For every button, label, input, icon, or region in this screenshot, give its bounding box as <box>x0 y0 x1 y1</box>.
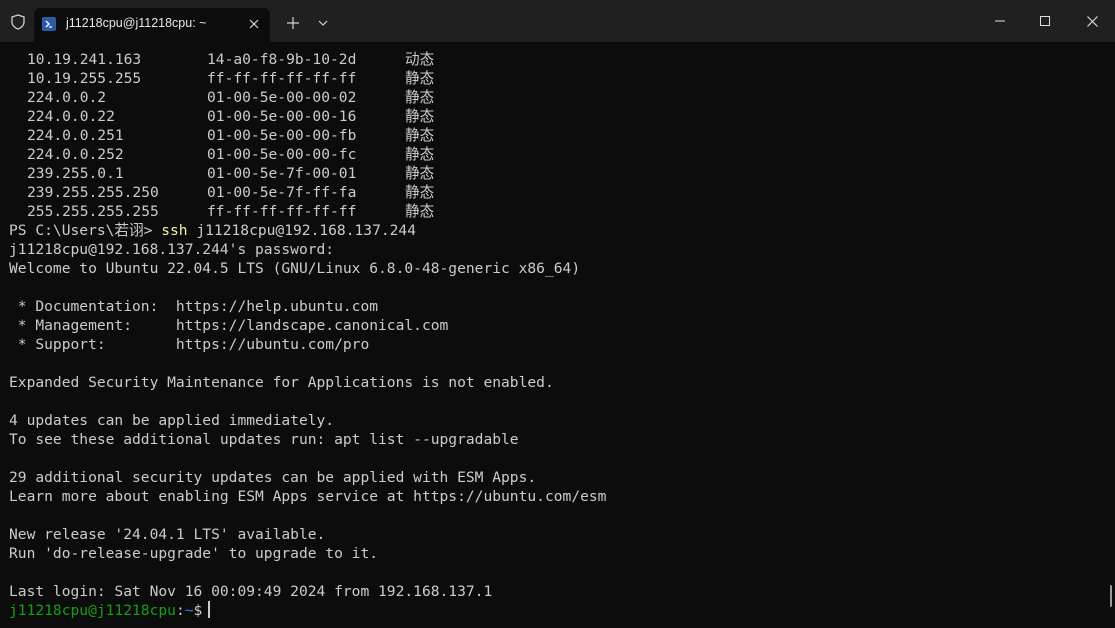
minimize-button[interactable] <box>977 0 1023 42</box>
prompt-symbol: $ <box>193 602 203 619</box>
maximize-button[interactable] <box>1022 0 1068 42</box>
output-line: Run 'do-release-upgrade' to upgrade to i… <box>9 545 379 562</box>
arp-row: 255.255.255.255 ff-ff-ff-ff-ff-ff 静态 <box>27 203 435 220</box>
arp-row: 239.255.255.250 01-00-5e-7f-ff-fa 静态 <box>27 184 435 201</box>
maximize-icon <box>1040 16 1050 26</box>
output-line: New release '24.04.1 LTS' available. <box>9 526 326 543</box>
output-line: Learn more about enabling ESM Apps servi… <box>9 488 607 505</box>
arp-row: 224.0.0.252 01-00-5e-00-00-fc 静态 <box>27 146 435 163</box>
output-line: Welcome to Ubuntu 22.04.5 LTS (GNU/Linux… <box>9 260 581 277</box>
terminal-output[interactable]: 10.19.241.163 14-a0-f8-9b-10-2d 动态 10.19.2… <box>0 42 1115 628</box>
powershell-icon <box>42 17 56 31</box>
arp-row: 224.0.0.2 01-00-5e-00-00-02 静态 <box>27 89 435 106</box>
arp-row: 224.0.0.22 01-00-5e-00-00-16 静态 <box>27 108 435 125</box>
prompt-user-host: j11218cpu@j11218cpu <box>9 602 176 619</box>
ssh-args: j11218cpu@192.168.137.244 <box>187 222 417 239</box>
arp-row: 10.19.255.255 ff-ff-ff-ff-ff-ff 静态 <box>27 70 435 87</box>
prompt-separator: : <box>175 602 185 619</box>
chevron-down-icon <box>318 20 328 26</box>
output-line: j11218cpu@192.168.137.244's password: <box>9 241 335 258</box>
shield-icon[interactable] <box>8 12 28 32</box>
output-line: * Support: https://ubuntu.com/pro <box>9 336 370 353</box>
terminal-window: j11218cpu@j11218cpu: ~ 10.19.241.163 14-a… <box>0 0 1115 628</box>
shell-prompt-line[interactable]: j11218cpu@j11218cpu:~$ <box>9 601 1115 620</box>
scrollbar[interactable] <box>1110 585 1112 607</box>
output-line: To see these additional updates run: apt… <box>9 431 519 448</box>
ssh-keyword: ssh <box>161 222 188 239</box>
ps-prompt: PS C:\Users\若诩> <box>9 222 162 239</box>
text-cursor <box>208 601 211 618</box>
arp-row: 224.0.0.251 01-00-5e-00-00-fb 静态 <box>27 127 435 144</box>
output-line: * Documentation: https://help.ubuntu.com <box>9 298 379 315</box>
arp-row: 239.255.0.1 01-00-5e-7f-00-01 静态 <box>27 165 435 182</box>
title-bar: j11218cpu@j11218cpu: ~ <box>0 0 1115 42</box>
tab-dropdown-button[interactable] <box>313 13 333 33</box>
close-icon[interactable] <box>246 16 262 32</box>
close-icon <box>1086 15 1098 27</box>
output-line: Expanded Security Maintenance for Applic… <box>9 374 554 391</box>
plus-icon <box>287 17 299 29</box>
output-line: Last login: Sat Nov 16 00:09:49 2024 fro… <box>9 583 493 600</box>
prompt-path: ~ <box>184 602 194 619</box>
minimize-icon <box>995 20 1005 22</box>
tab-terminal[interactable]: j11218cpu@j11218cpu: ~ <box>34 8 270 42</box>
ssh-command-line: PS C:\Users\若诩> ssh j11218cpu@192.168.13… <box>9 221 1115 240</box>
close-window-button[interactable] <box>1069 0 1115 42</box>
arp-row: 10.19.241.163 14-a0-f8-9b-10-2d 动态 <box>27 51 435 68</box>
new-tab-button[interactable] <box>283 13 303 33</box>
output-line: 4 updates can be applied immediately. <box>9 412 335 429</box>
output-line: 29 additional security updates can be ap… <box>9 469 537 486</box>
output-line: * Management: https://landscape.canonica… <box>9 317 449 334</box>
tab-title: j11218cpu@j11218cpu: ~ <box>66 16 207 30</box>
